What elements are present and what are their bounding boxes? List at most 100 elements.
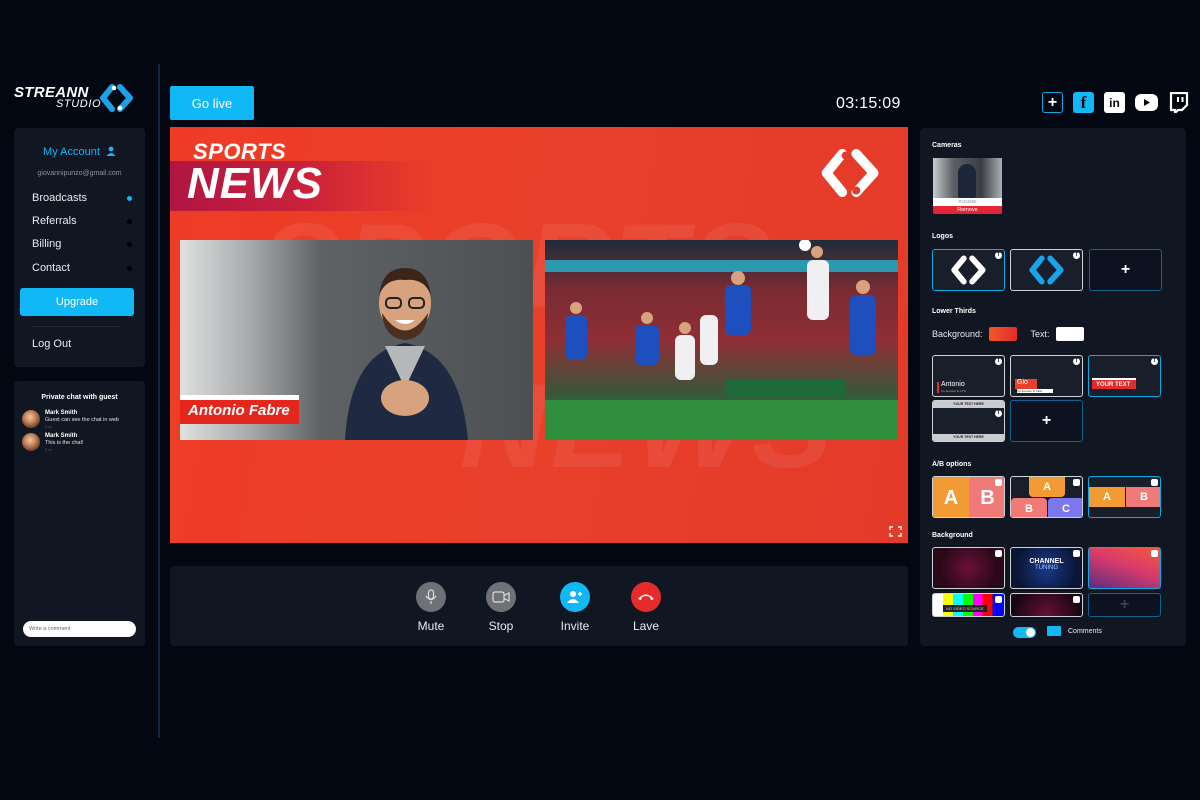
studio-settings-panel: Cameras Rchd395 Remove Logos T T + Lower… bbox=[920, 128, 1186, 646]
info-badge-icon[interactable]: T bbox=[995, 252, 1002, 259]
host-video-feed[interactable]: Antonio Fabre bbox=[180, 240, 533, 440]
stop-label: Stop bbox=[488, 619, 514, 633]
layout-slot-a: A bbox=[1029, 477, 1065, 497]
lower-third-banner: Antonio Fabre bbox=[180, 395, 299, 424]
stage-logo-icon bbox=[821, 148, 879, 198]
template-sub: Co-founder & CTO bbox=[941, 389, 966, 393]
nav-label: Contact bbox=[32, 262, 70, 274]
destinations-bar: + f in bbox=[1042, 92, 1189, 113]
nav-item-billing[interactable]: Billing bbox=[32, 238, 132, 250]
linkedin-icon[interactable]: in bbox=[1104, 92, 1125, 113]
invite-label: Invite bbox=[560, 619, 590, 633]
ab-layout-banner[interactable]: A B bbox=[1088, 476, 1161, 518]
show-title-big: NEWS bbox=[187, 159, 323, 208]
lower-third-template[interactable]: Gio Co-founder & CEO T bbox=[1010, 355, 1083, 397]
account-panel: My Account giovannipunzo@gmail.com Broad… bbox=[14, 128, 145, 367]
template-name: Antonio bbox=[941, 381, 965, 388]
my-account-label: My Account bbox=[43, 146, 100, 158]
streann-logo-icon bbox=[100, 84, 133, 112]
plus-icon: + bbox=[1047, 93, 1058, 111]
broadcast-stage[interactable]: SPORTS NEWS SPORTS NEWS Antonio Fabre bbox=[170, 127, 908, 543]
mute-button[interactable]: Mute bbox=[401, 582, 461, 633]
logo-option-blue[interactable]: T bbox=[1010, 249, 1083, 291]
message-text: This is the chat! bbox=[45, 440, 84, 446]
brand-logo[interactable]: STREANN STUDIO bbox=[14, 84, 138, 116]
youtube-icon[interactable] bbox=[1135, 94, 1158, 111]
info-badge-icon[interactable]: T bbox=[1151, 358, 1158, 365]
ab-layout-side-by-side[interactable]: A B bbox=[932, 476, 1005, 518]
image-icon bbox=[995, 550, 1002, 557]
twitch-icon[interactable] bbox=[1168, 92, 1189, 113]
avatar bbox=[22, 433, 40, 451]
lower-thirds-heading: Lower Thirds bbox=[932, 308, 976, 315]
lower-third-template[interactable]: YOUR TEXT T bbox=[1088, 355, 1161, 397]
background-option-gradient[interactable] bbox=[1088, 547, 1161, 589]
message-author: Mark Smith bbox=[45, 410, 78, 416]
template-sub: Co-founder & CEO bbox=[1017, 389, 1053, 393]
hang-up-icon bbox=[638, 594, 654, 600]
text-color-swatch[interactable] bbox=[1055, 327, 1084, 341]
inactive-indicator bbox=[127, 265, 132, 271]
message-time: 1 m bbox=[45, 424, 52, 429]
logo-white-icon bbox=[951, 255, 986, 285]
background-option[interactable] bbox=[1010, 593, 1083, 617]
add-destination-button[interactable]: + bbox=[1042, 92, 1063, 113]
add-user-icon bbox=[567, 591, 582, 603]
inactive-indicator bbox=[127, 241, 132, 247]
account-email: giovannipunzo@gmail.com bbox=[37, 170, 122, 177]
info-badge-icon[interactable]: T bbox=[1073, 358, 1080, 365]
invite-button[interactable]: Invite bbox=[545, 582, 605, 633]
template-top-text: YOUR TEXT HERE bbox=[933, 401, 1004, 408]
nav-label: Referrals bbox=[32, 215, 77, 227]
divider bbox=[32, 326, 120, 327]
ab-layout-three[interactable]: A B C bbox=[1010, 476, 1083, 518]
upgrade-button[interactable]: Upgrade bbox=[20, 288, 134, 316]
lower-third-template[interactable]: Antonio Co-founder & CTO T bbox=[932, 355, 1005, 397]
chat-message: Mark Smith Guest can see the chat in web 1… bbox=[22, 410, 119, 429]
layout-slot-a: A bbox=[1089, 487, 1125, 507]
add-logo-button[interactable]: + bbox=[1089, 249, 1162, 291]
layout-slot-b: B bbox=[1011, 498, 1047, 517]
info-badge-icon[interactable]: T bbox=[1073, 252, 1080, 259]
cameras-heading: Cameras bbox=[932, 142, 962, 149]
match-video-feed[interactable] bbox=[545, 240, 898, 440]
chat-message: Mark Smith This is the chat! 2 m bbox=[22, 433, 84, 452]
nav-item-referrals[interactable]: Referrals bbox=[32, 215, 132, 227]
image-icon bbox=[995, 596, 1002, 603]
comments-toggle[interactable] bbox=[1013, 627, 1036, 638]
logout-link[interactable]: Log Out bbox=[32, 338, 71, 350]
lower-third-name: Antonio Fabre bbox=[188, 402, 290, 419]
lower-third-template[interactable]: YOUR TEXT HERE YOUR TEXT HERE T bbox=[932, 400, 1005, 442]
message-time: 2 m bbox=[45, 447, 52, 452]
facebook-icon[interactable]: f bbox=[1073, 92, 1094, 113]
football-match-image bbox=[545, 240, 898, 440]
add-background-button[interactable]: + bbox=[1088, 593, 1161, 617]
stop-video-button[interactable]: Stop bbox=[471, 582, 531, 633]
info-badge-icon[interactable]: T bbox=[995, 358, 1002, 365]
nav-item-broadcasts[interactable]: Broadcasts bbox=[32, 192, 132, 204]
background-color-swatch[interactable] bbox=[988, 327, 1017, 341]
go-live-button[interactable]: Go live bbox=[170, 86, 254, 120]
message-author: Mark Smith bbox=[45, 433, 78, 439]
ab-options-heading: A/B options bbox=[932, 461, 972, 468]
nav-item-contact[interactable]: Contact bbox=[32, 262, 132, 274]
my-account-link[interactable]: My Account bbox=[14, 146, 145, 158]
leave-button[interactable]: Lave bbox=[616, 582, 676, 633]
comments-label: Comments bbox=[1068, 628, 1102, 635]
background-option[interactable] bbox=[932, 547, 1005, 589]
lower-third-colors: Background: Text: bbox=[932, 327, 1098, 341]
active-indicator bbox=[127, 195, 132, 201]
private-chat-panel: Private chat with guest Mark Smith Guest … bbox=[14, 381, 145, 646]
remove-camera-button[interactable]: Remove bbox=[933, 206, 1002, 214]
chat-comment-input[interactable] bbox=[23, 621, 136, 637]
background-option-channel[interactable]: CHANNEL TUNING bbox=[1010, 547, 1083, 589]
add-lower-third-button[interactable]: + bbox=[1010, 400, 1083, 442]
camera-card[interactable]: Rchd395 Remove bbox=[933, 158, 1002, 222]
image-icon bbox=[1151, 479, 1158, 486]
layout-slot-a: A bbox=[933, 477, 969, 517]
background-option-no-video[interactable]: NO VIDEO SOURCE bbox=[932, 593, 1005, 617]
info-badge-icon[interactable]: T bbox=[995, 410, 1002, 417]
logo-option-white[interactable]: T bbox=[932, 249, 1005, 291]
fullscreen-icon[interactable] bbox=[889, 526, 902, 537]
background-color-label: Background: bbox=[932, 329, 983, 339]
